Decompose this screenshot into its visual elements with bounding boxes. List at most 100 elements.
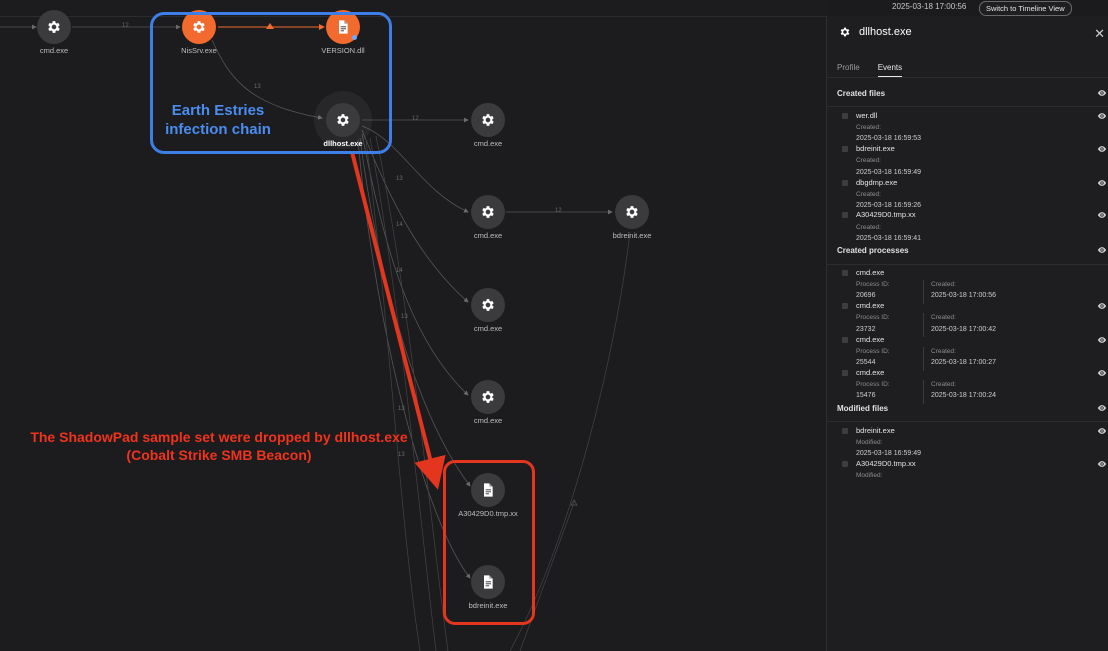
process-graph-canvas[interactable]: 12 13 12 12 13 14 14 13 13 13 cmd.exe Ni… xyxy=(0,0,826,651)
divider xyxy=(923,380,924,404)
panel-title: dllhost.exe xyxy=(859,26,912,38)
node-label: cmd.exe xyxy=(473,139,503,148)
gear-icon xyxy=(839,26,851,38)
field-label: Created: xyxy=(856,191,881,198)
gear-icon xyxy=(480,389,496,405)
divider xyxy=(923,280,924,304)
divider xyxy=(827,421,1108,422)
eye-icon[interactable] xyxy=(1097,426,1107,436)
field-label: Created: xyxy=(931,281,956,288)
eye-icon[interactable] xyxy=(1097,210,1107,220)
field-label: Created: xyxy=(931,381,956,388)
node-cmd-4[interactable] xyxy=(471,380,505,414)
node-label: cmd.exe xyxy=(39,46,69,55)
field-value: 2025-03-18 16:59:26 xyxy=(856,202,921,209)
eye-icon[interactable] xyxy=(1097,245,1107,255)
tab-events[interactable]: Events xyxy=(877,63,903,78)
edge-label: 14 xyxy=(396,268,403,274)
field-value: 20696 xyxy=(856,292,876,299)
node-cmd-2[interactable] xyxy=(471,195,505,229)
timeline-timestamp: 2025-03-18 17:00:56 xyxy=(892,2,967,11)
field-label: Modified: xyxy=(856,439,883,446)
field-value: 15476 xyxy=(856,392,876,399)
eye-icon[interactable] xyxy=(1097,368,1107,378)
gear-icon xyxy=(480,297,496,313)
file-name[interactable]: A30429D0.tmp.xx xyxy=(856,210,916,219)
annotation-box-dropped-files xyxy=(443,460,535,625)
file-name[interactable]: bdreinit.exe xyxy=(856,144,895,153)
edge-label: 12 xyxy=(122,23,129,29)
eye-icon[interactable] xyxy=(1097,111,1107,121)
divider xyxy=(827,106,1108,107)
edge-label: 14 xyxy=(396,222,403,228)
gear-icon xyxy=(480,204,496,220)
process-name[interactable]: cmd.exe xyxy=(856,335,884,344)
file-name[interactable]: bdreinit.exe xyxy=(856,426,895,435)
checkbox[interactable] xyxy=(842,180,848,186)
node-label: cmd.exe xyxy=(473,231,503,240)
switch-to-timeline-button[interactable]: Switch to Timeline View xyxy=(979,1,1072,16)
node-cmd-top[interactable] xyxy=(37,10,71,44)
tab-profile[interactable]: Profile xyxy=(837,63,860,78)
details-panel: dllhost.exe ✕ Profile Events Created fil… xyxy=(826,16,1108,651)
eye-icon[interactable] xyxy=(1097,178,1107,188)
eye-icon[interactable] xyxy=(1097,88,1107,98)
eye-icon[interactable] xyxy=(1097,335,1107,345)
field-label: Created: xyxy=(931,348,956,355)
checkbox[interactable] xyxy=(842,337,848,343)
field-label: Process ID: xyxy=(856,314,890,321)
divider xyxy=(827,264,1108,265)
section-created-processes: Created processes xyxy=(837,246,909,255)
checkbox[interactable] xyxy=(842,212,848,218)
field-value: 2025-03-18 16:59:41 xyxy=(856,235,921,242)
eye-icon[interactable] xyxy=(1097,301,1107,311)
checkbox[interactable] xyxy=(842,303,848,309)
checkbox[interactable] xyxy=(842,428,848,434)
field-label: Process ID: xyxy=(856,281,890,288)
annotation-infection-chain-text: Earth Estries infection chain xyxy=(165,102,271,138)
process-name[interactable]: cmd.exe xyxy=(856,301,884,310)
panel-tabs: Profile Events xyxy=(837,63,903,78)
field-value: 2025-03-18 16:59:49 xyxy=(856,169,921,176)
eye-icon[interactable] xyxy=(1097,144,1107,154)
checkbox[interactable] xyxy=(842,270,848,276)
field-label: Created: xyxy=(931,314,956,321)
field-label: Process ID: xyxy=(856,348,890,355)
section-created-files: Created files xyxy=(837,89,886,98)
divider xyxy=(923,347,924,371)
field-label: Created: xyxy=(856,224,881,231)
field-value: 2025-03-18 17:00:24 xyxy=(931,392,996,399)
process-name[interactable]: cmd.exe xyxy=(856,368,884,377)
checkbox[interactable] xyxy=(842,461,848,467)
checkbox[interactable] xyxy=(842,146,848,152)
node-cmd-1[interactable] xyxy=(471,103,505,137)
checkbox[interactable] xyxy=(842,370,848,376)
checkbox[interactable] xyxy=(842,113,848,119)
eye-icon[interactable] xyxy=(1097,403,1107,413)
edge-label: 13 xyxy=(398,406,405,412)
close-icon[interactable]: ✕ xyxy=(1094,26,1105,42)
panel-header: dllhost.exe xyxy=(839,26,912,38)
node-label: bdreinit.exe xyxy=(612,231,652,240)
field-value: 2025-03-18 17:00:42 xyxy=(931,326,996,333)
graph-edges xyxy=(0,23,631,651)
edge-label: 12 xyxy=(412,116,419,122)
node-label: cmd.exe xyxy=(473,416,503,425)
file-name[interactable]: A30429D0.tmp.xx xyxy=(856,459,916,468)
field-value: 2025-03-18 16:59:53 xyxy=(856,135,921,142)
field-label: Created: xyxy=(856,157,881,164)
node-bdreinit-process[interactable] xyxy=(615,195,649,229)
eye-icon[interactable] xyxy=(1097,459,1107,469)
gear-icon xyxy=(624,204,640,220)
scroll-fade xyxy=(827,478,1108,508)
node-cmd-3[interactable] xyxy=(471,288,505,322)
divider xyxy=(923,313,924,337)
file-name[interactable]: wer.dll xyxy=(856,111,877,120)
node-label: cmd.exe xyxy=(473,324,503,333)
field-value: 25544 xyxy=(856,359,876,366)
process-name[interactable]: cmd.exe xyxy=(856,268,884,277)
file-name[interactable]: dbgdmp.exe xyxy=(856,178,897,187)
edge-label: 12 xyxy=(555,208,562,214)
gear-icon xyxy=(480,112,496,128)
field-value: 2025-03-18 16:59:49 xyxy=(856,450,921,457)
